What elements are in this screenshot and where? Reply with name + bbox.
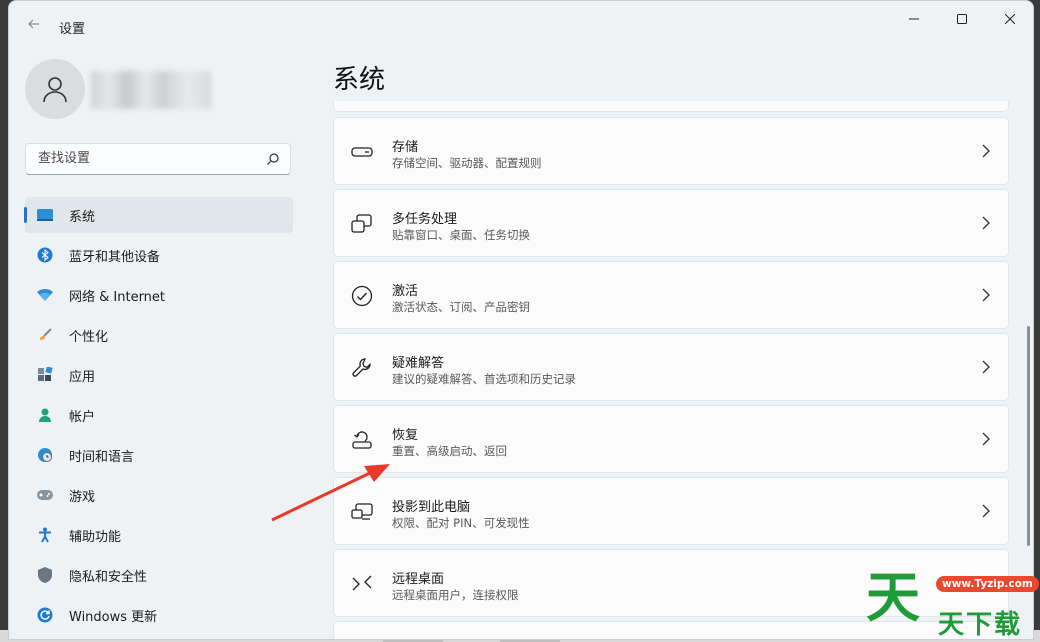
chevron-right-icon <box>982 432 990 446</box>
sidebar-item-personalization[interactable]: 个性化 <box>25 317 293 353</box>
monitor-icon <box>36 206 54 224</box>
sidebar-item-label: 隐私和安全性 <box>69 569 148 585</box>
username-blurred <box>91 71 211 109</box>
title-bar: 设置 <box>9 1 1033 49</box>
sidebar-item-label: 应用 <box>69 369 96 385</box>
sidebar-item-label: Windows 更新 <box>69 609 158 625</box>
chevron-right-icon <box>982 504 990 518</box>
storage-icon <box>350 140 374 164</box>
page-title: 系统 <box>333 65 386 95</box>
check-circle-icon <box>350 284 374 308</box>
minimize-icon <box>909 18 919 20</box>
card-title: 远程桌面 <box>392 572 445 587</box>
sidebar-item-accessibility[interactable]: 辅助功能 <box>25 517 293 553</box>
brush-icon <box>36 326 54 344</box>
sidebar-item-label: 游戏 <box>69 489 96 505</box>
wrench-icon <box>350 356 374 380</box>
card-title: 激活 <box>392 284 419 299</box>
watermark-glyph: 天 <box>866 566 920 629</box>
card-recovery[interactable]: 恢复 重置、高级启动、返回 <box>333 405 1009 473</box>
partial-card-above <box>333 101 1009 112</box>
card-title: 存储 <box>392 140 419 155</box>
watermark-site: www.Tyzip.com <box>936 576 1039 592</box>
sidebar-item-accounts[interactable]: 帐户 <box>25 397 293 433</box>
card-subtitle: 重置、高级启动、返回 <box>392 444 507 458</box>
sidebar-item-label: 个性化 <box>69 329 109 345</box>
card-subtitle: 存储空间、驱动器、配置规则 <box>392 156 542 170</box>
search-icon[interactable] <box>266 152 280 166</box>
card-troubleshoot[interactable]: 疑难解答 建议的疑难解答、首选项和历史记录 <box>333 333 1009 401</box>
back-button[interactable] <box>23 15 45 37</box>
chevron-right-icon <box>982 216 990 230</box>
gamepad-icon <box>36 486 54 504</box>
card-subtitle: 贴靠窗口、桌面、任务切换 <box>392 228 530 242</box>
card-title: 多任务处理 <box>392 212 458 227</box>
sidebar-item-gaming[interactable]: 游戏 <box>25 477 293 513</box>
multitask-icon <box>350 212 374 236</box>
card-title: 投影到此电脑 <box>392 500 471 515</box>
accessibility-icon <box>36 526 54 544</box>
card-subtitle: 权限、配对 PIN、可发现性 <box>392 516 530 530</box>
watermark-brand: 天下载 <box>938 610 1023 640</box>
window-title: 设置 <box>59 22 86 37</box>
avatar[interactable] <box>25 59 85 119</box>
chevron-right-icon <box>982 144 990 158</box>
card-subtitle: 激活状态、订阅、产品密钥 <box>392 300 530 314</box>
scrollbar-thumb[interactable] <box>1027 326 1030 546</box>
sidebar-item-network[interactable]: 网络 & Internet <box>25 277 293 313</box>
settings-window: 设置 系统 蓝牙和其他设备 <box>8 0 1034 640</box>
sidebar-item-apps[interactable]: 应用 <box>25 357 293 393</box>
globe-clock-icon <box>36 446 54 464</box>
card-title: 恢复 <box>392 428 419 443</box>
project-icon <box>350 500 374 524</box>
card-subtitle: 远程桌面用户，连接权限 <box>392 588 519 602</box>
chevron-right-icon <box>982 360 990 374</box>
minimize-button[interactable] <box>891 7 937 31</box>
sidebar-item-bluetooth[interactable]: 蓝牙和其他设备 <box>25 237 293 273</box>
maximize-icon <box>957 14 967 24</box>
sidebar-item-label: 蓝牙和其他设备 <box>69 249 161 265</box>
update-icon <box>36 606 54 624</box>
sidebar-item-label: 系统 <box>69 209 96 225</box>
person-icon <box>43 77 67 103</box>
remote-desktop-icon <box>350 572 374 596</box>
sidebar-item-label: 帐户 <box>69 409 96 425</box>
sidebar-item-time-language[interactable]: 时间和语言 <box>25 437 293 473</box>
sidebar-item-label: 时间和语言 <box>69 449 135 465</box>
recovery-icon <box>350 428 374 452</box>
maximize-button[interactable] <box>939 7 985 31</box>
shield-icon <box>36 566 54 584</box>
settings-card-list: 存储 存储空间、驱动器、配置规则 多任务处理 贴靠窗口、桌面、任务切换 激活 激… <box>333 117 1009 639</box>
close-icon <box>1005 14 1015 24</box>
card-title: 疑难解答 <box>392 356 445 371</box>
sidebar-item-label: 网络 & Internet <box>69 289 166 305</box>
card-subtitle: 建议的疑难解答、首选项和历史记录 <box>392 372 576 386</box>
sidebar-item-label: 辅助功能 <box>69 529 122 545</box>
bluetooth-icon <box>36 246 54 264</box>
chevron-right-icon <box>982 288 990 302</box>
wifi-icon <box>36 286 54 304</box>
search-input[interactable] <box>36 150 260 167</box>
watermark-logo: 天 www.Tyzip.com 天下载 <box>866 564 1040 642</box>
search-box[interactable] <box>25 143 291 175</box>
sidebar-item-privacy[interactable]: 隐私和安全性 <box>25 557 293 593</box>
card-multitasking[interactable]: 多任务处理 贴靠窗口、桌面、任务切换 <box>333 189 1009 257</box>
sidebar-item-windows-update[interactable]: Windows 更新 <box>25 597 293 633</box>
person-icon <box>36 406 54 424</box>
card-project-to-pc[interactable]: 投影到此电脑 权限、配对 PIN、可发现性 <box>333 477 1009 545</box>
apps-icon <box>36 366 54 384</box>
card-activation[interactable]: 激活 激活状态、订阅、产品密钥 <box>333 261 1009 329</box>
sidebar-nav: 系统 蓝牙和其他设备 网络 & Internet 个性化 应用 帐户 时间和语言… <box>24 197 293 637</box>
card-storage[interactable]: 存储 存储空间、驱动器、配置规则 <box>333 117 1009 185</box>
close-button[interactable] <box>987 7 1033 31</box>
back-arrow-icon <box>28 19 39 29</box>
sidebar-item-system[interactable]: 系统 <box>24 197 293 233</box>
